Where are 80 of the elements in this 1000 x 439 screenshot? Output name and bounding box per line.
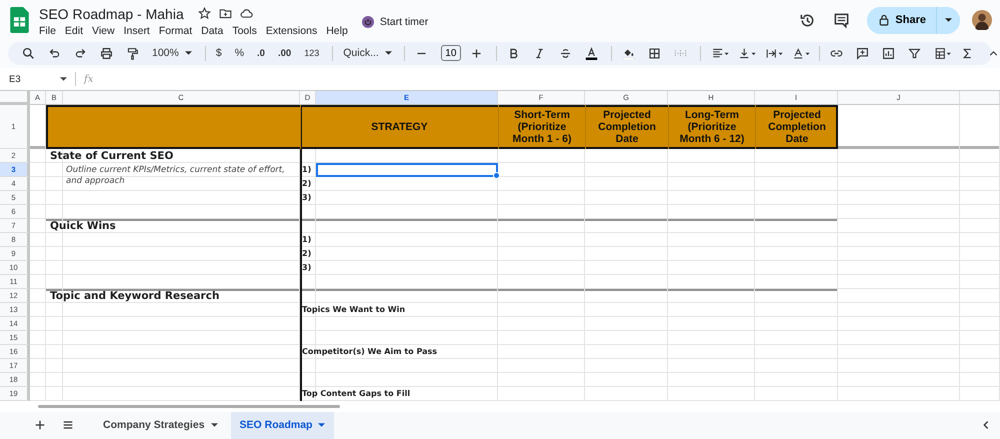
menu-item[interactable]: View <box>92 24 115 37</box>
font-dropdown[interactable]: Quick... <box>343 47 392 60</box>
list-label: 3) <box>301 262 312 274</box>
menu-item[interactable]: Insert <box>124 24 150 37</box>
list-label: 1) <box>301 234 312 246</box>
list-label: 1) <box>301 164 312 176</box>
section-title: Topic and Keyword Research <box>49 289 220 304</box>
print-icon[interactable] <box>100 46 113 60</box>
section-title: Quick Wins <box>49 219 116 234</box>
horizontal-scrollbar[interactable] <box>38 405 340 408</box>
name-box[interactable]: E3 <box>9 74 67 85</box>
undo-icon[interactable] <box>48 46 61 60</box>
header-cell: Long-Term (Prioritize Month 6 - 12) <box>668 105 755 150</box>
menu-item[interactable]: Data <box>201 24 224 37</box>
cloud-icon[interactable] <box>240 7 253 20</box>
note-text: Outline current KPIs/Metrics, current state of effort, and approach <box>65 164 286 188</box>
sheet-tab[interactable]: Company Strategies <box>94 412 227 439</box>
sheet-tab[interactable]: SEO Roadmap <box>230 412 334 439</box>
header-cell: Projected Completion Date <box>585 105 668 150</box>
folder-icon[interactable] <box>218 7 232 20</box>
number-format-button[interactable]: 123 <box>304 48 320 58</box>
list-label: 2) <box>301 248 312 260</box>
list-label: 3) <box>301 192 312 204</box>
start-timer-link[interactable]: Start timer <box>380 16 428 28</box>
redo-icon[interactable] <box>74 46 87 60</box>
header-cell: STRATEGY <box>300 105 498 150</box>
sheets-logo-icon[interactable] <box>10 7 29 34</box>
align-icon[interactable] <box>710 46 730 60</box>
caret-icon <box>384 51 392 56</box>
fill-color-icon[interactable] <box>622 46 635 60</box>
decrease-decimals-button[interactable]: .0 <box>257 48 265 59</box>
chart-icon[interactable] <box>882 46 895 60</box>
menu-item[interactable]: Edit <box>64 24 84 37</box>
text-rotation-icon[interactable] <box>792 46 811 60</box>
text-wrap-icon[interactable] <box>764 46 784 60</box>
add-comment-icon[interactable] <box>856 46 869 60</box>
paint-format-icon[interactable] <box>126 46 139 60</box>
vertical-align-icon[interactable] <box>738 46 757 60</box>
percent-button[interactable]: % <box>234 47 244 60</box>
menu-item[interactable]: Extensions <box>266 24 318 37</box>
list-label: Top Content Gaps to Fill <box>301 388 410 400</box>
avatar[interactable] <box>972 10 992 30</box>
currency-button[interactable]: $ <box>216 47 222 60</box>
function-label: fx <box>84 74 94 85</box>
header-cell: Short-Term (Prioritize Month 1 - 6) <box>498 105 585 150</box>
caret-icon <box>184 51 192 56</box>
caret-icon <box>60 77 67 82</box>
share-button[interactable]: Share <box>867 6 937 34</box>
plus-icon[interactable] <box>470 46 483 60</box>
comment-icon[interactable] <box>833 12 850 29</box>
power-icon[interactable] <box>362 16 374 28</box>
increase-decimals-button[interactable]: .00 <box>278 48 292 59</box>
list-label: 2) <box>301 178 312 190</box>
history-icon[interactable] <box>799 12 816 29</box>
filter-icon[interactable] <box>908 46 921 60</box>
active-cell[interactable] <box>316 163 498 178</box>
menu-item[interactable]: Help <box>326 24 348 37</box>
caret-icon <box>210 423 218 428</box>
star-icon[interactable] <box>198 7 211 20</box>
text-color-icon[interactable] <box>584 46 598 60</box>
header-cell: Projected Completion Date <box>755 105 838 150</box>
list-label: Competitor(s) We Aim to Pass <box>301 346 438 358</box>
sum-icon[interactable] <box>960 46 974 60</box>
add-sheet-icon[interactable] <box>34 419 46 432</box>
strikethrough-icon[interactable] <box>558 46 572 60</box>
caret-icon <box>945 18 952 22</box>
document-title[interactable]: SEO Roadmap - Mahia <box>39 6 184 22</box>
zoom-dropdown[interactable]: 100% <box>152 47 192 60</box>
table-view-icon[interactable] <box>934 46 953 60</box>
menu-item[interactable]: Tools <box>232 24 257 37</box>
search-icon[interactable] <box>22 46 35 60</box>
menu-icon[interactable] <box>62 419 74 432</box>
caret-icon <box>318 423 326 428</box>
borders-icon[interactable] <box>648 46 661 60</box>
font-size-field[interactable]: 10 <box>440 45 461 62</box>
section-title: State of Current SEO <box>49 149 174 164</box>
menu-item[interactable]: Format <box>158 24 192 37</box>
lock-icon <box>879 14 890 26</box>
list-label: Topics We Want to Win <box>301 304 406 316</box>
menu-item[interactable]: File <box>39 24 56 37</box>
